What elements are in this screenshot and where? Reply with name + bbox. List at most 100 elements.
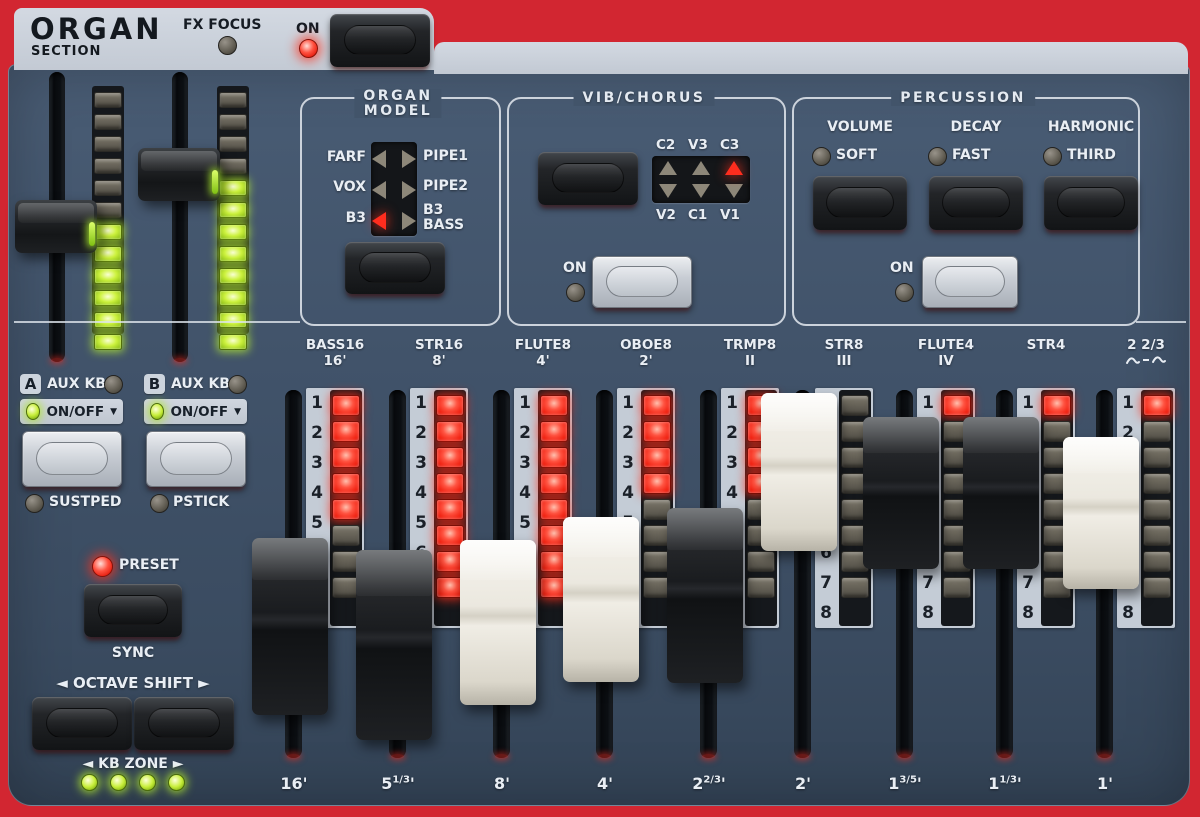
drawbar-handle-bass16[interactable] bbox=[252, 538, 328, 715]
drawbar-handle-flute4[interactable] bbox=[863, 417, 939, 569]
vib-arrow-up-v3 bbox=[692, 161, 710, 175]
drawbar-handle-oboe8[interactable] bbox=[563, 517, 639, 682]
model-arrow-left-b3 bbox=[372, 212, 386, 230]
meter-segment bbox=[94, 92, 122, 108]
drawbar-led-segment bbox=[436, 473, 464, 494]
drawbar-handle-str16[interactable] bbox=[356, 550, 432, 740]
kb-zone-led-1 bbox=[81, 774, 98, 791]
meter-segment bbox=[219, 246, 247, 262]
drawbar-number: 7 bbox=[815, 568, 837, 598]
percussion-volume-label: VOLUME bbox=[800, 119, 920, 135]
fader-a-handle[interactable] bbox=[15, 200, 97, 253]
drawbar-number: 4 bbox=[617, 478, 639, 508]
model-label-b3: B3 bbox=[306, 210, 366, 226]
drawbar-led-segment bbox=[332, 447, 360, 468]
meter-segment bbox=[94, 202, 122, 218]
zone-b-onoff-strip: ON/OFF ▼ bbox=[144, 399, 247, 424]
drawbar-led-segment bbox=[540, 473, 568, 494]
drawbar-led-segment bbox=[332, 395, 360, 416]
model-label-farf: FARF bbox=[306, 149, 366, 165]
drawbar-number: 1 bbox=[1117, 388, 1139, 418]
organ-model-select-button[interactable] bbox=[345, 242, 445, 294]
percussion-volume-button[interactable] bbox=[813, 176, 907, 230]
fx-focus-label: FX FOCUS bbox=[183, 17, 261, 33]
vib-led-col-c3 bbox=[717, 156, 750, 203]
pstick-led bbox=[150, 494, 169, 513]
zone-b-onoff-led bbox=[150, 403, 164, 420]
percussion-on-button[interactable] bbox=[922, 256, 1018, 308]
drawbar-footage-str4: 11/3' bbox=[955, 774, 1055, 793]
zone-a-onoff-label: ON/OFF bbox=[46, 404, 104, 420]
meter-segment bbox=[219, 224, 247, 240]
model-label-pipe1: PIPE1 bbox=[423, 149, 493, 164]
drawbar-led-segment bbox=[540, 421, 568, 442]
model-label-b3-bass: B3BASS bbox=[423, 203, 493, 233]
drawbar-led-segment bbox=[943, 577, 971, 598]
vib-on-led bbox=[566, 283, 585, 302]
percussion-third-led bbox=[1043, 147, 1062, 166]
drawbar-number: 5 bbox=[410, 508, 432, 538]
fader-b-handle[interactable] bbox=[138, 148, 220, 201]
drawbar-led-segment bbox=[436, 395, 464, 416]
drawbar-footage-bass16: 16' bbox=[244, 774, 344, 793]
model-led-row bbox=[372, 175, 416, 205]
drawbar-led-segment bbox=[643, 447, 671, 468]
kb-zone-label: ◄ KB ZONE ► bbox=[30, 756, 236, 772]
drawbar-handle-str8[interactable] bbox=[761, 393, 837, 551]
vib-arrow-down-c1 bbox=[692, 184, 710, 198]
drawbar-name-2-2-3: 2 2/3 bbox=[1085, 338, 1200, 370]
meter-segment bbox=[219, 202, 247, 218]
zone-a-aux-led bbox=[104, 375, 123, 394]
drawbar-handle-str4[interactable] bbox=[963, 417, 1039, 569]
percussion-on-led bbox=[895, 283, 914, 302]
drawbar-led-segment bbox=[943, 395, 971, 416]
drawbar-led-segment bbox=[1143, 499, 1171, 520]
drawbar-footage-flute8: 8' bbox=[452, 774, 552, 793]
wave-range-icon bbox=[1125, 354, 1167, 366]
organ-model-title: ORGANMODEL bbox=[354, 89, 441, 118]
drawbar-handle-2-2-3[interactable] bbox=[1063, 437, 1139, 589]
drawbar-number: 3 bbox=[721, 448, 743, 478]
octave-shift-up-button[interactable] bbox=[134, 697, 234, 750]
model-arrow-right-b3 bbox=[402, 212, 416, 230]
octave-shift-down-button[interactable] bbox=[32, 697, 132, 750]
meter-segment bbox=[94, 268, 122, 284]
meter-segment bbox=[94, 312, 122, 328]
drawbar-number: 4 bbox=[410, 478, 432, 508]
percussion-fast-label: FAST bbox=[952, 147, 990, 163]
drawbar-led-segment bbox=[643, 395, 671, 416]
drawbar-footage-trmp8: 22/3' bbox=[659, 774, 759, 793]
drawbar-led-segment bbox=[436, 447, 464, 468]
drawbar-led-segment bbox=[1143, 421, 1171, 442]
drawbar-led-segment bbox=[540, 395, 568, 416]
percussion-harmonic-button[interactable] bbox=[1044, 176, 1138, 230]
drawbar-number: 1 bbox=[514, 388, 536, 418]
pstick-label: PSTICK bbox=[173, 494, 229, 510]
meter-segment bbox=[219, 180, 247, 196]
drawbar-led-segment bbox=[332, 525, 360, 546]
vib-label-c2: C2 bbox=[656, 137, 675, 153]
zone-b-button[interactable] bbox=[146, 431, 246, 487]
drawbar-handle-trmp8[interactable] bbox=[667, 508, 743, 683]
drawbar-number: 3 bbox=[514, 448, 536, 478]
zone-b-dropdown-icon: ▼ bbox=[234, 407, 241, 417]
sync-button[interactable] bbox=[84, 584, 182, 637]
drawbar-led-segment bbox=[747, 551, 775, 572]
zone-b-badge: B bbox=[144, 374, 165, 394]
percussion-decay-button[interactable] bbox=[929, 176, 1023, 230]
preset-led bbox=[92, 556, 113, 577]
drawbar-number: 8 bbox=[1017, 598, 1039, 628]
vib-on-button[interactable] bbox=[592, 256, 692, 308]
percussion-on-label: ON bbox=[890, 260, 914, 276]
drawbar-footage-oboe8: 4' bbox=[555, 774, 655, 793]
organ-on-button[interactable] bbox=[330, 14, 430, 67]
zone-a-button[interactable] bbox=[22, 431, 122, 487]
drawbar-number: 1 bbox=[917, 388, 939, 418]
model-arrow-right-vox bbox=[402, 181, 416, 199]
zone-a-onoff-led bbox=[26, 403, 40, 420]
vib-arrow-up-c3 bbox=[725, 161, 743, 175]
vib-chorus-select-button[interactable] bbox=[538, 152, 638, 205]
drawbar-number: 1 bbox=[617, 388, 639, 418]
drawbar-handle-flute8[interactable] bbox=[460, 540, 536, 705]
drawbar-number: 1 bbox=[721, 388, 743, 418]
